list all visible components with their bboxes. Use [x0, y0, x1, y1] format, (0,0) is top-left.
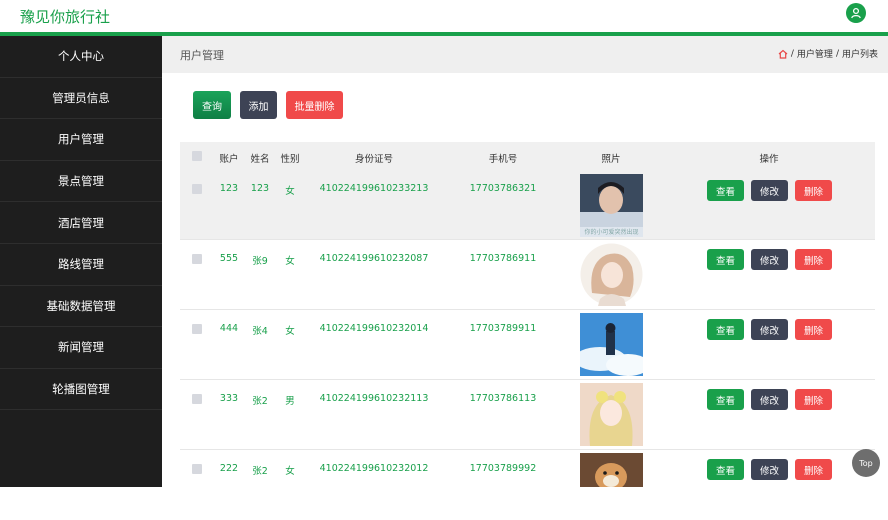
header-id-card: 身份证号	[354, 154, 394, 165]
breadcrumb-current: 用户列表	[841, 50, 878, 60]
user-icon	[851, 7, 861, 19]
sidebar-item-personal-center[interactable]: 个人中心	[0, 36, 162, 78]
batch-delete-button[interactable]: 批量删除	[286, 91, 343, 119]
header-account: 账户	[219, 154, 239, 165]
app-title: 豫见你旅行社	[20, 8, 111, 26]
add-button[interactable]: 添加	[240, 91, 277, 119]
sidebar-item-news[interactable]: 新闻管理	[0, 327, 162, 369]
row-checkbox[interactable]	[192, 184, 202, 194]
table-row: 444 张4 女 410224199610232014 17703789911 …	[180, 310, 875, 380]
breadcrumb-separator: /	[790, 48, 794, 59]
table-row: 333 张2 男 410224199610232113 17703786113 …	[180, 380, 875, 450]
view-button[interactable]: 查看	[707, 249, 744, 270]
delete-button[interactable]: 删除	[795, 319, 832, 340]
row-checkbox[interactable]	[192, 254, 202, 264]
sidebar-item-hotels[interactable]: 酒店管理	[0, 202, 162, 244]
user-profile-button[interactable]	[846, 3, 866, 23]
table-row: 123 123 女 410224199610233213 17703786321…	[180, 170, 875, 240]
row-checkbox[interactable]	[192, 324, 202, 334]
table-header: 账户 姓名 性别 身份证号 手机号 照片 操作	[180, 142, 875, 170]
user-photo	[580, 313, 643, 376]
delete-button[interactable]: 删除	[795, 389, 832, 410]
user-table: 账户 姓名 性别 身份证号 手机号 照片 操作 123 123 女 410224…	[180, 142, 875, 487]
sidebar-item-routes[interactable]: 路线管理	[0, 244, 162, 286]
edit-button[interactable]: 修改	[751, 319, 788, 340]
edit-button[interactable]: 修改	[751, 180, 788, 201]
back-to-top-button[interactable]: Top	[852, 449, 880, 477]
row-checkbox[interactable]	[192, 464, 202, 474]
edit-button[interactable]: 修改	[751, 389, 788, 410]
page-header: 用户管理 / 用户管理 / 用户列表	[162, 36, 888, 73]
user-photo: 你的小可爱突然出现	[580, 174, 643, 237]
photo-caption: 你的小可爱突然出现	[584, 228, 638, 236]
main-content: 用户管理 / 用户管理 / 用户列表 查询 添加 批量删除 账户 姓名 性别 身…	[162, 36, 888, 487]
sidebar-item-carousel[interactable]: 轮播图管理	[0, 369, 162, 411]
delete-button[interactable]: 删除	[795, 459, 832, 480]
view-button[interactable]: 查看	[707, 459, 744, 480]
delete-button[interactable]: 删除	[795, 249, 832, 270]
header-actions: 操作	[759, 154, 779, 165]
sidebar-item-user-management[interactable]: 用户管理	[0, 119, 162, 161]
delete-button[interactable]: 删除	[795, 180, 832, 201]
sidebar-item-admin-info[interactable]: 管理员信息	[0, 78, 162, 120]
table-row: 555 张9 女 410224199610232087 17703786911 …	[180, 240, 875, 310]
table-row: 222 张2 女 410224199610232012 17703789992 …	[180, 450, 875, 520]
header-photo: 照片	[601, 154, 621, 165]
row-checkbox[interactable]	[192, 394, 202, 404]
edit-button[interactable]: 修改	[751, 249, 788, 270]
sidebar: 个人中心 管理员信息 用户管理 景点管理 酒店管理 路线管理 基础数据管理 新闻…	[0, 36, 162, 487]
view-button[interactable]: 查看	[707, 319, 744, 340]
header-phone: 手机号	[488, 154, 518, 165]
view-button[interactable]: 查看	[707, 180, 744, 201]
view-button[interactable]: 查看	[707, 389, 744, 410]
home-icon[interactable]	[778, 49, 788, 59]
breadcrumb-separator: /	[835, 48, 839, 59]
user-photo	[580, 453, 643, 487]
sidebar-item-scenic-spots[interactable]: 景点管理	[0, 161, 162, 203]
breadcrumb: / 用户管理 / 用户列表	[778, 47, 878, 60]
select-all-checkbox[interactable]	[192, 151, 202, 161]
page-title: 用户管理	[180, 49, 224, 62]
header-name: 姓名	[250, 154, 270, 165]
user-photo	[580, 243, 643, 306]
top-bar: 豫见你旅行社	[0, 0, 888, 32]
query-button[interactable]: 查询	[193, 91, 231, 119]
header-gender: 性别	[280, 154, 300, 165]
breadcrumb-parent[interactable]: 用户管理	[797, 47, 833, 60]
edit-button[interactable]: 修改	[751, 459, 788, 480]
sidebar-item-basic-data[interactable]: 基础数据管理	[0, 286, 162, 328]
user-photo	[580, 383, 643, 446]
